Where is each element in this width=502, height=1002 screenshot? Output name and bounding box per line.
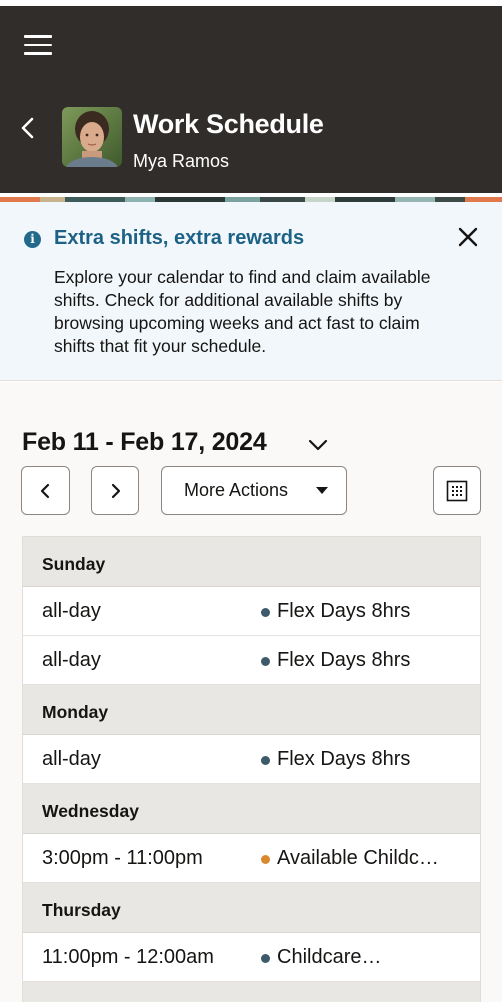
shift-row[interactable]: all-day Flex Days 8hrs bbox=[23, 735, 480, 784]
shift-name: Available Childc… bbox=[277, 847, 439, 869]
shift-name: Flex Days 8hrs bbox=[277, 748, 411, 770]
banner-art bbox=[0, 193, 502, 202]
info-icon: i bbox=[24, 231, 41, 248]
previous-week-button[interactable] bbox=[21, 466, 70, 515]
chevron-down-icon[interactable] bbox=[307, 434, 329, 456]
banner-body: Explore your calendar to find and claim … bbox=[54, 267, 431, 356]
shift-row[interactable]: all-day Flex Days 8hrs bbox=[23, 587, 480, 636]
app-header: Work Schedule Mya Ramos bbox=[0, 6, 502, 193]
shift-status-dot-icon bbox=[261, 608, 270, 617]
caret-down-icon bbox=[316, 487, 328, 494]
shift-status-dot-icon bbox=[261, 954, 270, 963]
day-header-partial bbox=[23, 982, 480, 1002]
chevron-right-icon bbox=[111, 483, 121, 498]
shift-status-dot-icon bbox=[261, 756, 270, 765]
back-icon[interactable] bbox=[14, 112, 42, 144]
shift-name: Flex Days 8hrs bbox=[277, 649, 411, 671]
more-actions-label: More Actions bbox=[184, 480, 289, 500]
shift-row[interactable]: 11:00pm - 12:00am Childcare… bbox=[23, 933, 480, 982]
shift-time: all-day bbox=[42, 748, 101, 770]
shift-row[interactable]: all-day Flex Days 8hrs bbox=[23, 636, 480, 685]
shift-time: all-day bbox=[42, 600, 101, 622]
shift-name: Flex Days 8hrs bbox=[277, 600, 411, 622]
shift-row[interactable]: 3:00pm - 11:00pm Available Childc… bbox=[23, 834, 480, 883]
day-header: Wednesday bbox=[23, 784, 480, 834]
day-header: Monday bbox=[23, 685, 480, 735]
more-actions-button[interactable]: More Actions bbox=[161, 466, 347, 515]
schedule-content: Feb 11 - Feb 17, 2024 More Actions Sunda… bbox=[0, 382, 502, 1002]
calendar-grid-icon bbox=[446, 480, 468, 501]
menu-icon[interactable] bbox=[24, 35, 52, 55]
avatar bbox=[62, 107, 122, 167]
close-icon[interactable] bbox=[455, 224, 481, 250]
day-header: Sunday bbox=[23, 537, 480, 587]
banner-title: Extra shifts, extra rewards bbox=[54, 227, 305, 249]
shift-name: Childcare… bbox=[277, 946, 382, 968]
info-banner: i Extra shifts, extra rewards Explore yo… bbox=[0, 202, 502, 381]
shift-status-dot-icon bbox=[261, 657, 270, 666]
chevron-left-icon bbox=[40, 483, 49, 498]
day-header: Thursday bbox=[23, 883, 480, 933]
next-week-button[interactable] bbox=[91, 466, 139, 515]
calendar-view-button[interactable] bbox=[433, 466, 481, 515]
schedule-list: Sunday all-day Flex Days 8hrs all-day Flex D… bbox=[22, 536, 481, 1002]
employee-name: Mya Ramos bbox=[133, 151, 230, 171]
shift-time: 11:00pm - 12:00am bbox=[42, 946, 214, 968]
shift-time: 3:00pm - 11:00pm bbox=[42, 847, 203, 869]
page-title: Work Schedule bbox=[133, 109, 324, 139]
shift-status-dot-icon bbox=[261, 855, 270, 864]
shift-time: all-day bbox=[42, 649, 101, 671]
date-range[interactable]: Feb 11 - Feb 17, 2024 bbox=[22, 428, 267, 457]
